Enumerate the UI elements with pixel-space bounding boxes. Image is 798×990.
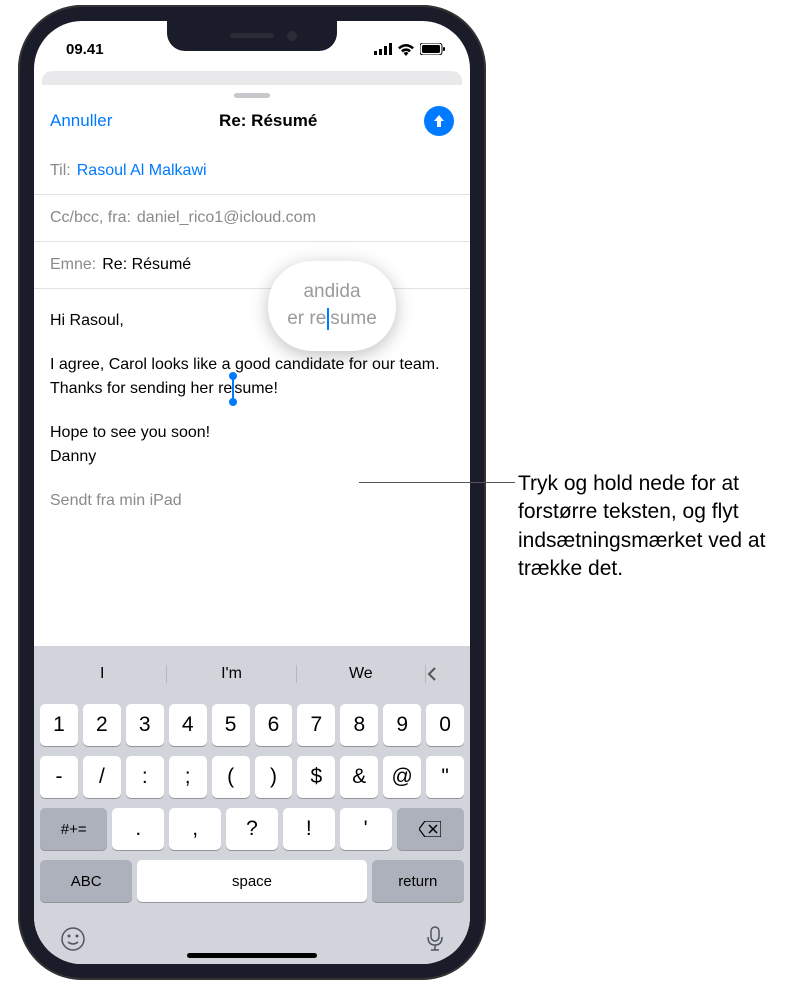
key-quote[interactable]: " (426, 756, 464, 798)
cancel-button[interactable]: Annuller (50, 111, 112, 131)
suggestion-1[interactable]: I (38, 665, 167, 683)
key-row-3: #+= . , ? ! ' (38, 808, 466, 850)
compose-sheet: Annuller Re: Résumé Til: Rasoul Al Malka… (34, 85, 470, 964)
key-colon[interactable]: : (126, 756, 164, 798)
nav-bar: Annuller Re: Résumé (34, 102, 470, 148)
keyboard: I I'm We 1 2 3 4 5 6 7 8 9 (34, 646, 470, 964)
key-exclaim[interactable]: ! (283, 808, 335, 850)
background-sheet (42, 71, 462, 85)
sheet-grabber[interactable] (234, 93, 270, 98)
body-closing: Hope to see you soon!Danny (50, 421, 454, 469)
backspace-icon (419, 821, 441, 837)
key-abc[interactable]: ABC (40, 860, 132, 902)
to-label: Til: (50, 162, 71, 180)
key-1[interactable]: 1 (40, 704, 78, 746)
callout-text: Tryk og hold nede for at forstørre tekst… (518, 470, 790, 583)
notch (167, 21, 337, 51)
from-address: daniel_rico1@icloud.com (137, 209, 316, 227)
key-5[interactable]: 5 (212, 704, 250, 746)
key-2[interactable]: 2 (83, 704, 121, 746)
key-8[interactable]: 8 (340, 704, 378, 746)
subject-value: Re: Résumé (102, 256, 191, 274)
key-row-4: ABC space return (38, 860, 466, 902)
chevron-left-icon (426, 666, 438, 682)
to-field[interactable]: Til: Rasoul Al Malkawi (34, 148, 470, 195)
screen: 09.41 Annuller Re: Résumé (34, 21, 470, 964)
key-dash[interactable]: - (40, 756, 78, 798)
status-indicators (374, 43, 446, 56)
wifi-icon (397, 43, 415, 56)
key-6[interactable]: 6 (255, 704, 293, 746)
home-indicator[interactable] (187, 953, 317, 958)
key-period[interactable]: . (112, 808, 164, 850)
to-recipient[interactable]: Rasoul Al Malkawi (77, 162, 207, 180)
body-footer: Sendt fra min iPad (50, 489, 454, 513)
key-backspace[interactable] (397, 808, 464, 850)
battery-icon (420, 43, 446, 55)
send-button[interactable] (424, 106, 454, 136)
key-3[interactable]: 3 (126, 704, 164, 746)
ccbcc-field[interactable]: Cc/bcc, fra: daniel_rico1@icloud.com (34, 195, 470, 242)
suggestion-3[interactable]: We (297, 665, 426, 683)
key-comma[interactable]: , (169, 808, 221, 850)
insertion-caret[interactable] (232, 378, 234, 400)
text-magnifier: andida er resume (268, 261, 396, 351)
key-rparen[interactable]: ) (255, 756, 293, 798)
suggestion-bar: I I'm We (38, 654, 466, 694)
cellular-icon (374, 43, 392, 55)
key-row-1: 1 2 3 4 5 6 7 8 9 0 (38, 704, 466, 746)
body-paragraph: I agree, Carol looks like a good candida… (50, 353, 454, 401)
key-apostrophe[interactable]: ' (340, 808, 392, 850)
magnifier-line2: er resume (287, 306, 377, 333)
caret-icon (327, 308, 329, 330)
key-row-2: - / : ; ( ) $ & @ " (38, 756, 466, 798)
ccbcc-label: Cc/bcc, fra: (50, 209, 131, 227)
key-space[interactable]: space (137, 860, 366, 902)
status-time: 09.41 (58, 41, 104, 58)
phone-frame: 09.41 Annuller Re: Résumé (18, 5, 486, 980)
key-return[interactable]: return (372, 860, 464, 902)
key-4[interactable]: 4 (169, 704, 207, 746)
suggestion-2[interactable]: I'm (167, 665, 296, 683)
key-0[interactable]: 0 (426, 704, 464, 746)
microphone-icon (426, 926, 444, 952)
subject-label: Emne: (50, 256, 96, 274)
key-semicolon[interactable]: ; (169, 756, 207, 798)
arrow-up-icon (431, 113, 447, 129)
key-slash[interactable]: / (83, 756, 121, 798)
key-amp[interactable]: & (340, 756, 378, 798)
subject-field[interactable]: Emne: Re: Résumé (34, 242, 470, 289)
callout-leader-line (359, 482, 515, 483)
magnifier-line1: andida (303, 279, 360, 306)
dictation-button[interactable] (426, 926, 444, 952)
emoji-icon (60, 926, 86, 952)
key-dollar[interactable]: $ (297, 756, 335, 798)
key-at[interactable]: @ (383, 756, 421, 798)
key-7[interactable]: 7 (297, 704, 335, 746)
emoji-button[interactable] (60, 926, 86, 952)
key-9[interactable]: 9 (383, 704, 421, 746)
key-symbols[interactable]: #+= (40, 808, 107, 850)
key-question[interactable]: ? (226, 808, 278, 850)
collapse-suggestions-button[interactable] (426, 666, 466, 682)
message-body[interactable]: andida er resume Hi Rasoul, I agree, Car… (34, 289, 470, 553)
key-lparen[interactable]: ( (212, 756, 250, 798)
nav-title: Re: Résumé (219, 111, 317, 131)
